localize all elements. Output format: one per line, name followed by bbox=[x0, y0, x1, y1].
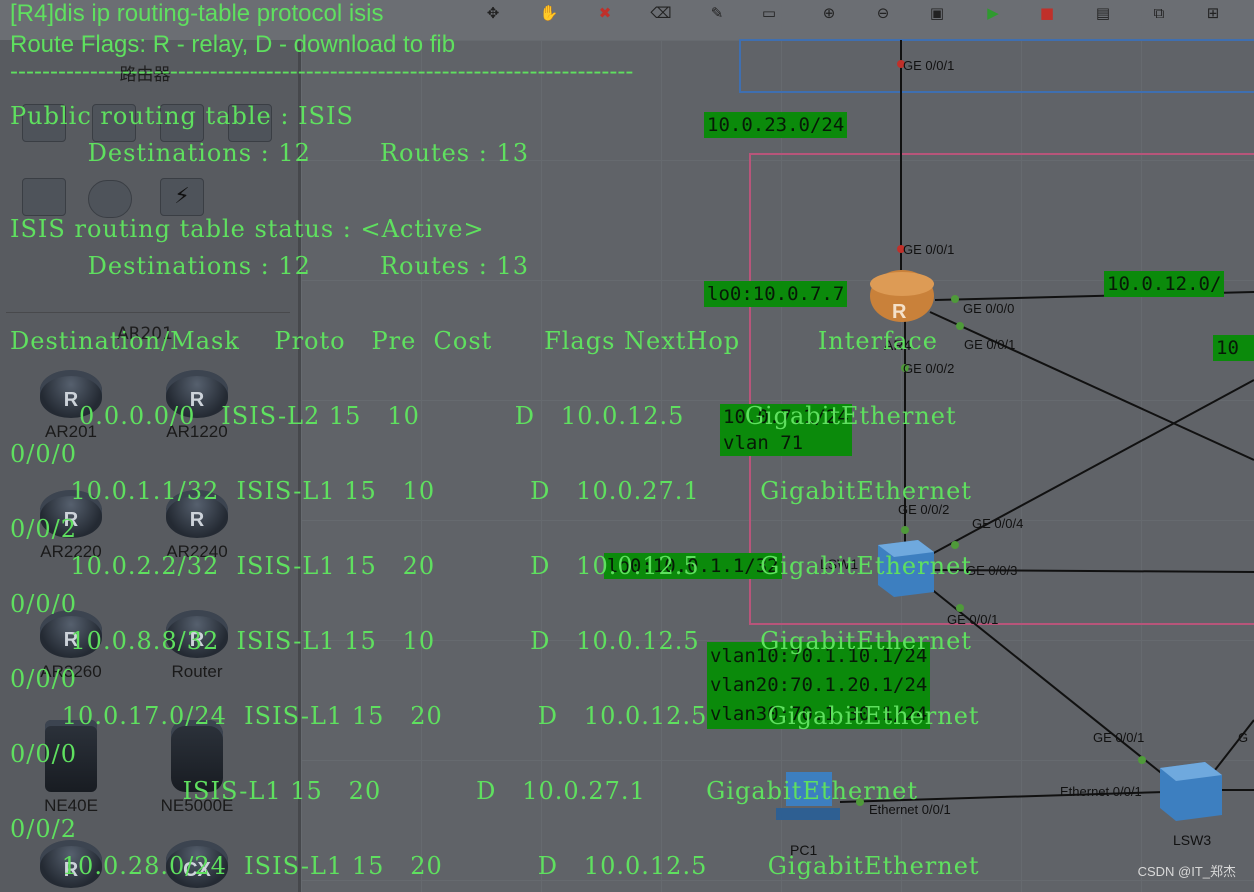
area-box-blue bbox=[739, 39, 1254, 93]
pc1-icon bbox=[786, 772, 832, 806]
port-label: GE 0/0/1 bbox=[964, 337, 1016, 352]
port-dot bbox=[856, 798, 864, 806]
address-tag: lo0:10.0.1.1/32 bbox=[604, 553, 782, 579]
port-dot bbox=[956, 604, 964, 612]
watermark: CSDN @IT_郑杰 bbox=[1137, 864, 1236, 879]
port-dot bbox=[951, 295, 959, 303]
ensp-window: ✥ ✋ ✖ ⌫ ✎ ▭ ⊕ ⊖ ▣ ▶ ■ ▤ ⧉ ⊞ 路由器 ⚡ AR201 … bbox=[0, 0, 1254, 892]
address-tag: 10.0.23.0/24 bbox=[704, 112, 848, 138]
node-label-lsw3: LSW3 bbox=[1173, 832, 1212, 848]
port-label: Ethernet 0/0/1 bbox=[1060, 784, 1142, 799]
port-label: GE 0/0/2 bbox=[898, 502, 950, 517]
node-label-ar4: AR4 bbox=[884, 337, 912, 353]
address-tag: vlan10:70.1.10.1/24 vlan20:70.1.20.1/24 … bbox=[707, 642, 931, 729]
node-label-lsw1: LSW1 bbox=[820, 556, 859, 572]
port-dot bbox=[956, 322, 964, 330]
port-label: GE 0/0/1 bbox=[903, 242, 955, 257]
address-tag: 10.0.7.1/24 vlan 71 bbox=[720, 404, 852, 456]
port-label: GE 0/0/1 bbox=[947, 612, 999, 627]
port-label: GE 0/0/1 bbox=[1093, 730, 1145, 745]
link-ar4-se bbox=[929, 311, 1254, 461]
port-label: G bbox=[1238, 730, 1249, 745]
port-label: GE 0/0/2 bbox=[903, 361, 955, 376]
topology-links: R bbox=[739, 39, 1254, 821]
address-tag: lo0:10.0.7.7 bbox=[704, 281, 848, 307]
address-tag: 10 bbox=[1213, 335, 1254, 361]
svg-text:R: R bbox=[892, 301, 907, 323]
port-dot bbox=[951, 541, 959, 549]
port-dot bbox=[1138, 756, 1146, 764]
area-box-pink bbox=[749, 153, 1254, 625]
link-lsw3-ne bbox=[1214, 719, 1254, 771]
port-label: Ethernet 0/0/1 bbox=[869, 802, 951, 817]
port-dot bbox=[901, 526, 909, 534]
port-label: GE 0/0/1 bbox=[903, 58, 955, 73]
port-label: GE 0/0/4 bbox=[972, 516, 1024, 531]
port-label: GE 0/0/0 bbox=[963, 301, 1015, 316]
address-tag: 10.0.12.0/ bbox=[1104, 271, 1225, 297]
port-label: GE 0/0/3 bbox=[966, 563, 1018, 578]
node-label-pc1: PC1 bbox=[790, 842, 818, 858]
